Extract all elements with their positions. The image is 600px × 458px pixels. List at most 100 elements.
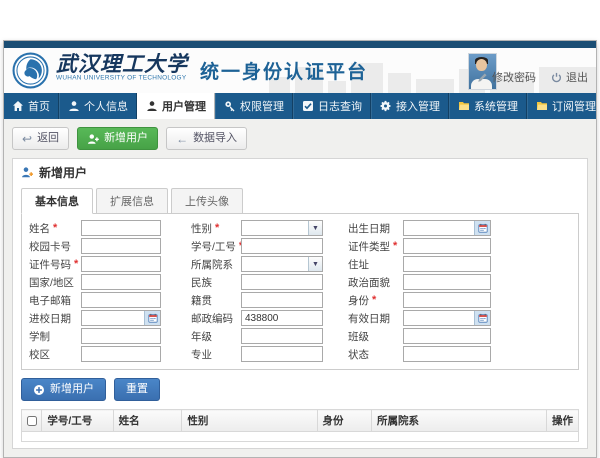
form-actions: 新增用户 重置 [13, 370, 587, 401]
change-password-link[interactable]: 修改密码 [477, 69, 536, 85]
reset-button[interactable]: 重置 [114, 378, 160, 401]
top-accent-bar [4, 41, 596, 48]
select-all-checkbox[interactable] [27, 416, 37, 426]
col-header: 所属院系 [371, 410, 546, 432]
input-grade[interactable] [241, 328, 323, 344]
app-window: 武汉理工大学 WUHAN UNIVERSITY OF TECHNOLOGY 统一… [3, 40, 597, 458]
checklist-icon [302, 100, 314, 112]
back-button[interactable]: ↩ 返回 [12, 127, 69, 150]
col-header: 操作 [547, 410, 579, 432]
col-header: 姓名 [113, 410, 182, 432]
input-id-number[interactable] [81, 256, 161, 272]
dropdown-arrow-icon[interactable]: ▼ [308, 257, 322, 271]
power-icon [551, 72, 562, 83]
form-row: 校园卡号学号/工号*证件类型* [22, 237, 578, 255]
input-identity[interactable] [403, 292, 491, 308]
nav-item-label: 用户管理 [162, 98, 206, 114]
select-gender[interactable]: ▼ [241, 220, 323, 236]
input-postal-code[interactable] [241, 310, 323, 326]
input-country-region[interactable] [81, 274, 161, 290]
home-icon [12, 100, 24, 112]
field-label-campus-card: 校园卡号 [29, 239, 81, 254]
nav-item-access-management[interactable]: 接入管理 [371, 93, 449, 119]
data-import-button[interactable]: ← 数据导入 [166, 127, 247, 150]
input-valid-date[interactable] [404, 311, 474, 325]
field-label-native-place: 籍贯 [191, 293, 241, 308]
field-label-political-status: 政治面貌 [348, 275, 403, 290]
header-links: 修改密码 退出 [477, 69, 588, 85]
results-table: 学号/工号姓名性别身份所属院系操作 [21, 409, 579, 442]
input-ethnicity[interactable] [241, 274, 323, 290]
field-label-valid-date: 有效日期 [348, 311, 403, 326]
field-label-status: 状态 [348, 347, 403, 362]
folder-icon [458, 100, 470, 112]
tab-upload-avatar[interactable]: 上传头像 [171, 188, 243, 214]
input-name[interactable] [81, 220, 161, 236]
nav-item-label: 日志查询 [318, 98, 362, 114]
calendar-icon[interactable] [474, 311, 490, 325]
user-icon [146, 100, 158, 112]
calendar-icon[interactable] [144, 311, 160, 325]
input-birth-date[interactable] [404, 221, 474, 235]
input-campus-card[interactable] [81, 238, 161, 254]
submit-add-user-button[interactable]: 新增用户 [21, 378, 106, 401]
input-political-status[interactable] [403, 274, 491, 290]
logout-link[interactable]: 退出 [551, 69, 588, 85]
submit-add-user-label: 新增用户 [50, 383, 94, 396]
form-row: 国家/地区民族政治面貌 [22, 273, 578, 291]
university-name-cn: 武汉理工大学 [56, 52, 198, 75]
calendar-icon[interactable] [474, 221, 490, 235]
circle-plus-icon [33, 384, 45, 396]
col-header: 性别 [182, 410, 317, 432]
dropdown-arrow-icon[interactable]: ▼ [308, 221, 322, 235]
add-user-toolbar-button[interactable]: 新增用户 [77, 127, 158, 150]
nav-item-user-management[interactable]: 用户管理 [137, 93, 215, 119]
input-enroll-date[interactable] [82, 311, 144, 325]
empty-table-body [22, 432, 579, 442]
input-campus[interactable] [81, 346, 161, 362]
input-student-no[interactable] [241, 238, 323, 254]
nav-item-log-query[interactable]: 日志查询 [293, 93, 371, 119]
nav-item-permission-management[interactable]: 权限管理 [215, 93, 293, 119]
field-label-department: 所属院系 [191, 257, 241, 272]
form-row: 校区专业状态 [22, 345, 578, 363]
form-row: 证件号码*所属院系▼住址 [22, 255, 578, 273]
tab-extended-info[interactable]: 扩展信息 [96, 188, 168, 214]
select-department[interactable]: ▼ [241, 256, 323, 272]
nav-item-subscription-management[interactable]: 订阅管理 [527, 93, 600, 119]
user-plus-icon [21, 166, 34, 179]
panel-title-text: 新增用户 [39, 164, 87, 181]
input-native-place[interactable] [241, 292, 323, 308]
field-label-student-no: 学号/工号* [191, 239, 241, 254]
required-asterisk: * [74, 258, 78, 270]
input-major[interactable] [241, 346, 323, 362]
input-id-type[interactable] [403, 238, 491, 254]
field-label-country-region: 国家/地区 [29, 275, 81, 290]
user-icon [68, 100, 80, 112]
input-address[interactable] [403, 256, 491, 272]
add-user-toolbar-label: 新增用户 [104, 132, 148, 145]
field-label-enroll-date: 进校日期 [29, 311, 81, 326]
content-area: ↩ 返回 新增用户 ← 数据导入 新增用户 基本信息扩展信息上传头像 [4, 119, 596, 449]
nav-item-system-management[interactable]: 系统管理 [449, 93, 527, 119]
tab-basic-info[interactable]: 基本信息 [21, 188, 93, 214]
page-header: 武汉理工大学 WUHAN UNIVERSITY OF TECHNOLOGY 统一… [4, 48, 596, 93]
input-class[interactable] [403, 328, 491, 344]
input-status[interactable] [403, 346, 491, 362]
nav-item-label: 权限管理 [240, 98, 284, 114]
nav-item-profile[interactable]: 个人信息 [59, 93, 137, 119]
field-label-identity: 身份* [348, 293, 403, 308]
input-email[interactable] [81, 292, 161, 308]
main-nav: 首页个人信息用户管理权限管理日志查询接入管理系统管理订阅管理 [4, 93, 596, 119]
field-label-birth-date: 出生日期 [348, 221, 403, 236]
field-label-grade: 年级 [191, 329, 241, 344]
input-schooling-length[interactable] [81, 328, 161, 344]
form-row: 电子邮箱籍贯身份* [22, 291, 578, 309]
change-password-label: 修改密码 [492, 69, 536, 85]
required-asterisk: * [53, 222, 57, 234]
nav-item-home[interactable]: 首页 [4, 93, 59, 119]
key-icon [224, 100, 236, 112]
form-row: 进校日期邮政编码有效日期 [22, 309, 578, 327]
col-header: 学号/工号 [42, 410, 113, 432]
user-add-icon [87, 133, 99, 145]
